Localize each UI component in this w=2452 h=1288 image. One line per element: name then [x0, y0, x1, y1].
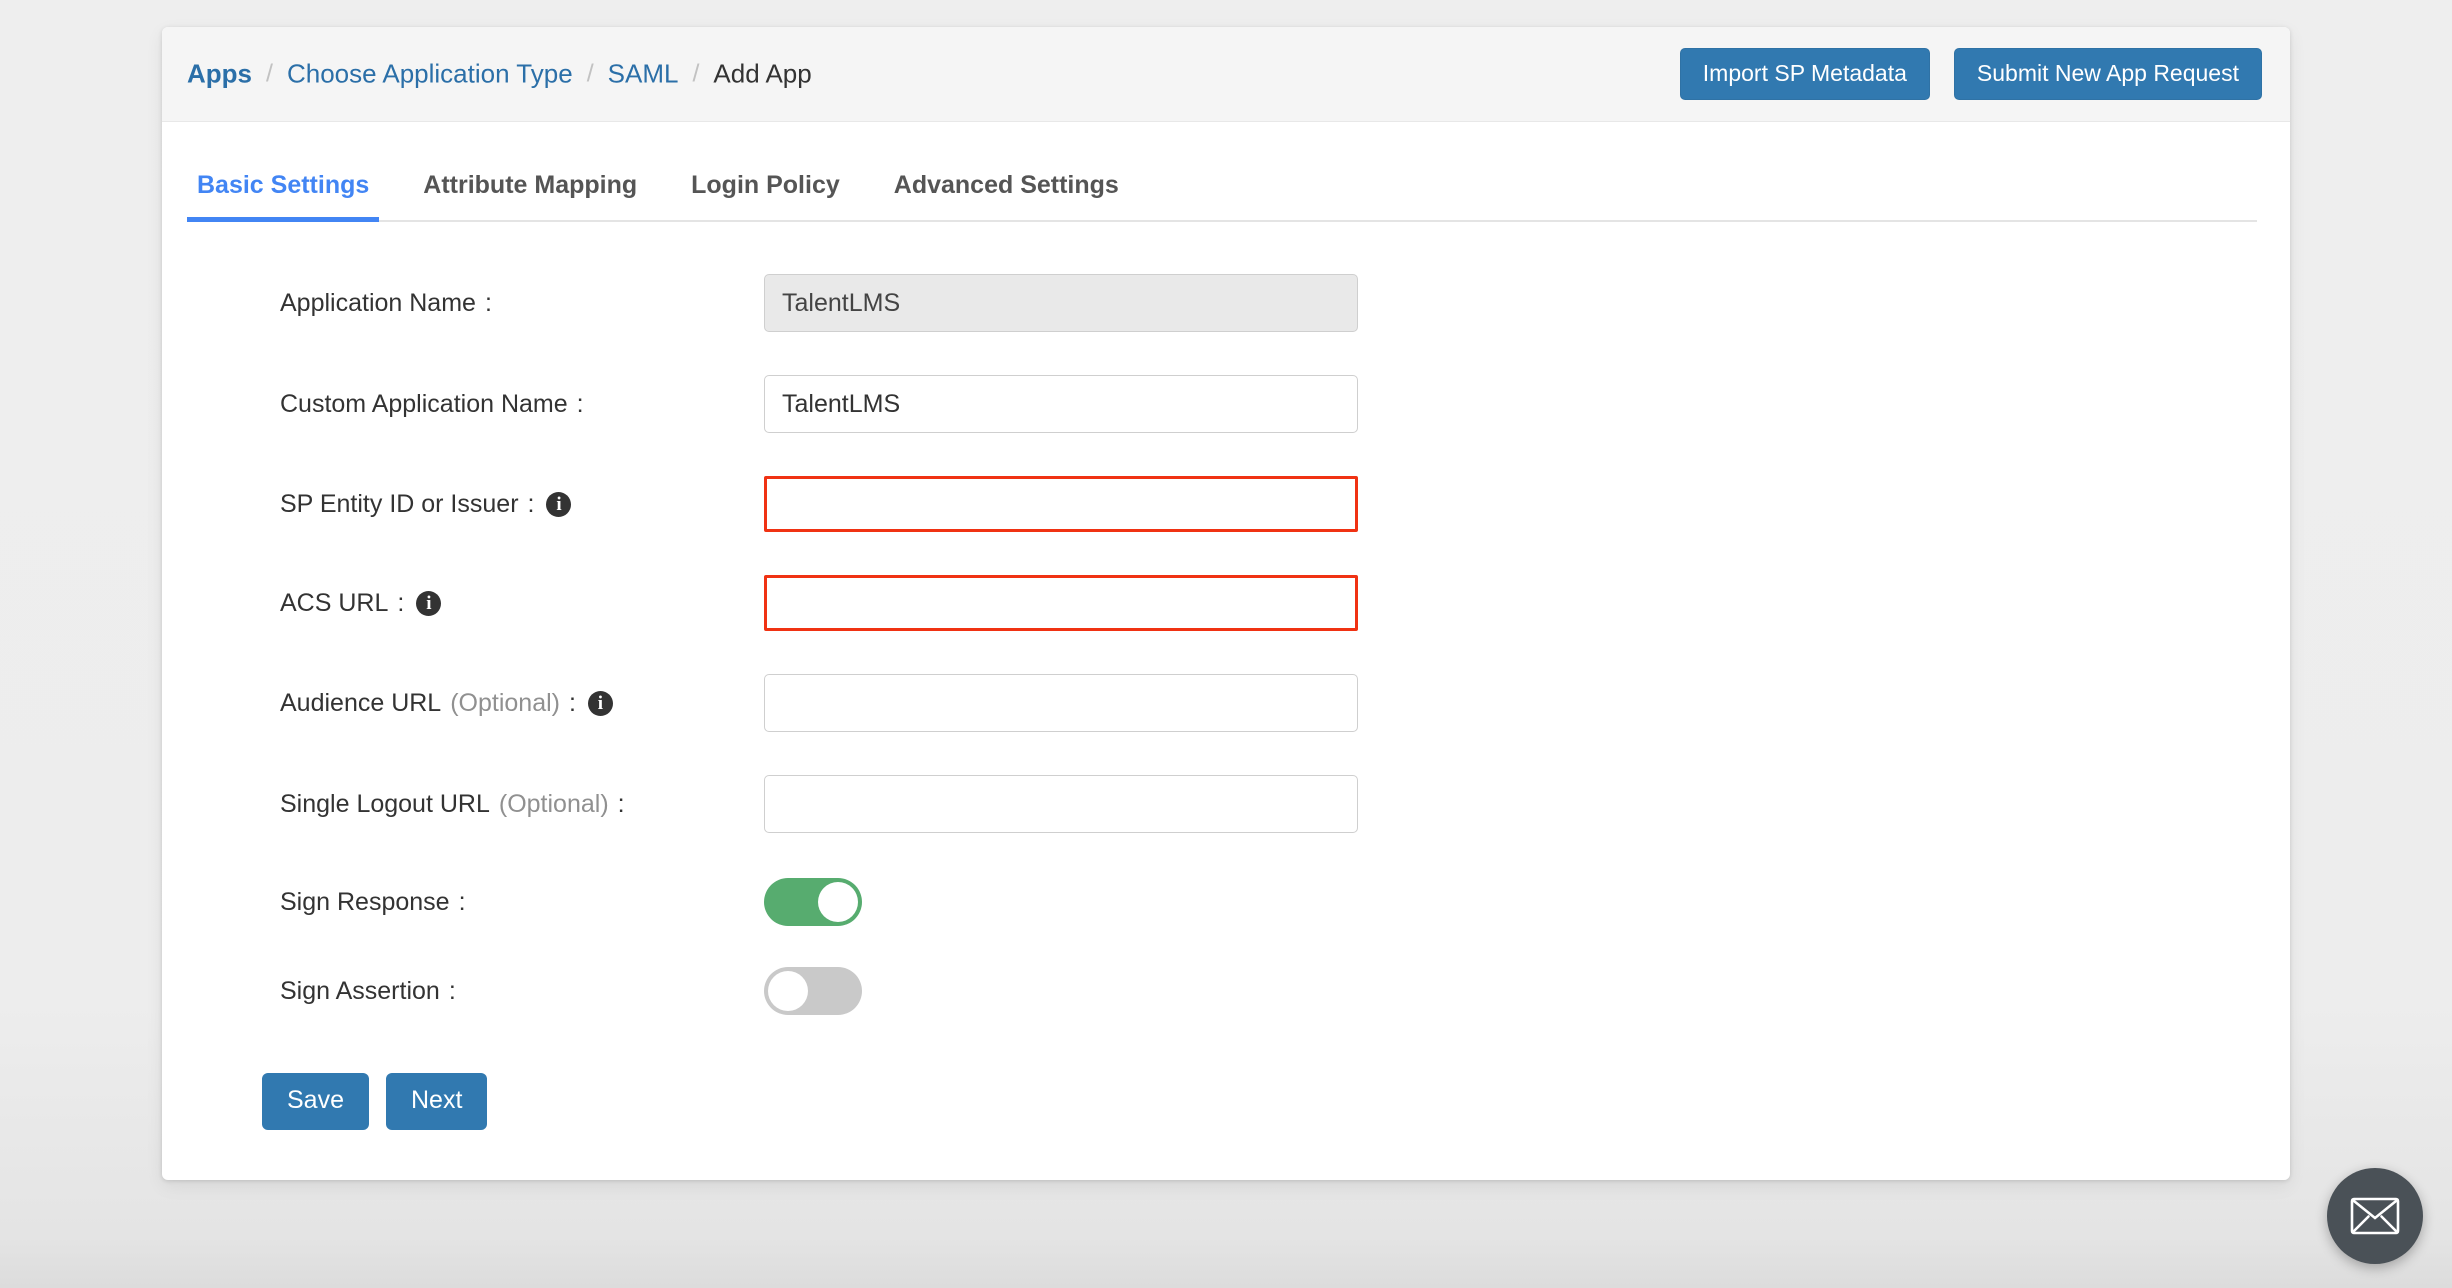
label-colon: :: [458, 887, 466, 916]
form-row-sp-entity-id: SP Entity ID or Issuer : i: [162, 476, 2290, 532]
sign-response-label-text: Sign Response: [280, 887, 450, 916]
acs-url-input[interactable]: [764, 575, 1358, 631]
breadcrumb-item-apps[interactable]: Apps: [187, 59, 252, 90]
toggle-knob: [768, 971, 808, 1011]
application-name-label: Application Name :: [280, 289, 764, 318]
tab-advanced-settings[interactable]: Advanced Settings: [894, 171, 1119, 220]
application-name-input: [764, 274, 1358, 332]
label-colon: :: [576, 389, 584, 418]
form-row-single-logout-url: Single Logout URL (Optional) :: [162, 775, 2290, 833]
label-colon: :: [617, 789, 625, 818]
sign-assertion-toggle[interactable]: [764, 967, 862, 1015]
label-colon: :: [527, 489, 535, 518]
envelope-icon: [2350, 1197, 2400, 1235]
tab-login-policy[interactable]: Login Policy: [691, 171, 840, 220]
breadcrumb-item-saml[interactable]: SAML: [608, 59, 679, 90]
custom-application-name-label-text: Custom Application Name: [280, 389, 568, 418]
form-row-sign-response: Sign Response :: [162, 876, 2290, 928]
toggle-knob: [818, 882, 858, 922]
audience-url-optional-tag: (Optional): [450, 688, 560, 717]
header-actions: Import SP Metadata Submit New App Reques…: [1679, 48, 2262, 100]
single-logout-url-label: Single Logout URL (Optional) :: [280, 790, 764, 819]
save-button[interactable]: Save: [262, 1073, 369, 1130]
label-colon: :: [568, 688, 576, 717]
custom-application-name-label: Custom Application Name :: [280, 390, 764, 419]
audience-url-label: Audience URL (Optional) : i: [280, 689, 764, 718]
submit-new-app-request-button[interactable]: Submit New App Request: [1953, 48, 2262, 100]
tabs-container: Basic Settings Attribute Mapping Login P…: [186, 122, 2257, 222]
form-row-application-name: Application Name :: [162, 274, 2290, 332]
single-logout-url-optional-tag: (Optional): [498, 789, 609, 818]
label-colon: :: [448, 976, 456, 1005]
sp-entity-id-input[interactable]: [764, 476, 1358, 532]
audience-url-label-text: Audience URL: [280, 688, 442, 717]
sign-response-label: Sign Response :: [280, 888, 764, 917]
breadcrumb-item-add-app: Add App: [713, 58, 812, 89]
breadcrumb-separator: /: [692, 59, 700, 88]
info-icon[interactable]: i: [546, 491, 572, 517]
form-row-sign-assertion: Sign Assertion :: [162, 965, 2290, 1017]
breadcrumb-separator: /: [266, 59, 273, 88]
contact-mail-fab[interactable]: [2327, 1168, 2423, 1264]
single-logout-url-input[interactable]: [764, 775, 1358, 833]
application-name-label-text: Application Name: [280, 288, 476, 317]
sign-response-toggle[interactable]: [764, 878, 862, 926]
sp-entity-id-label-text: SP Entity ID or Issuer: [280, 489, 519, 518]
form-row-audience-url: Audience URL (Optional) : i: [162, 674, 2290, 732]
tab-list: Basic Settings Attribute Mapping Login P…: [186, 171, 2257, 222]
info-icon[interactable]: i: [587, 690, 613, 716]
acs-url-label: ACS URL : i: [280, 589, 764, 618]
acs-url-label-text: ACS URL: [280, 588, 389, 617]
info-icon[interactable]: i: [416, 590, 442, 616]
sp-entity-id-label: SP Entity ID or Issuer : i: [280, 490, 764, 519]
breadcrumb-item-choose-application-type[interactable]: Choose Application Type: [287, 59, 573, 90]
form-actions: Save Next: [162, 1073, 2290, 1130]
basic-settings-form: Application Name : Custom Application Na…: [162, 222, 2290, 1130]
single-logout-url-label-text: Single Logout URL: [280, 789, 490, 818]
custom-application-name-input[interactable]: [764, 375, 1358, 433]
card-header: Apps / Choose Application Type / SAML / …: [162, 27, 2290, 122]
audience-url-input[interactable]: [764, 674, 1358, 732]
label-colon: :: [484, 288, 492, 317]
next-button[interactable]: Next: [385, 1073, 488, 1130]
main-card: Apps / Choose Application Type / SAML / …: [162, 27, 2290, 1180]
breadcrumb: Apps / Choose Application Type / SAML / …: [187, 59, 812, 90]
form-row-acs-url: ACS URL : i: [162, 575, 2290, 631]
tab-basic-settings[interactable]: Basic Settings: [186, 171, 380, 222]
label-colon: :: [397, 588, 405, 617]
import-sp-metadata-button[interactable]: Import SP Metadata: [1679, 48, 1930, 100]
sign-assertion-label: Sign Assertion :: [280, 977, 764, 1006]
form-row-custom-application-name: Custom Application Name :: [162, 375, 2290, 433]
breadcrumb-separator: /: [586, 59, 594, 88]
tab-attribute-mapping[interactable]: Attribute Mapping: [423, 171, 637, 220]
sign-assertion-label-text: Sign Assertion: [280, 976, 440, 1005]
